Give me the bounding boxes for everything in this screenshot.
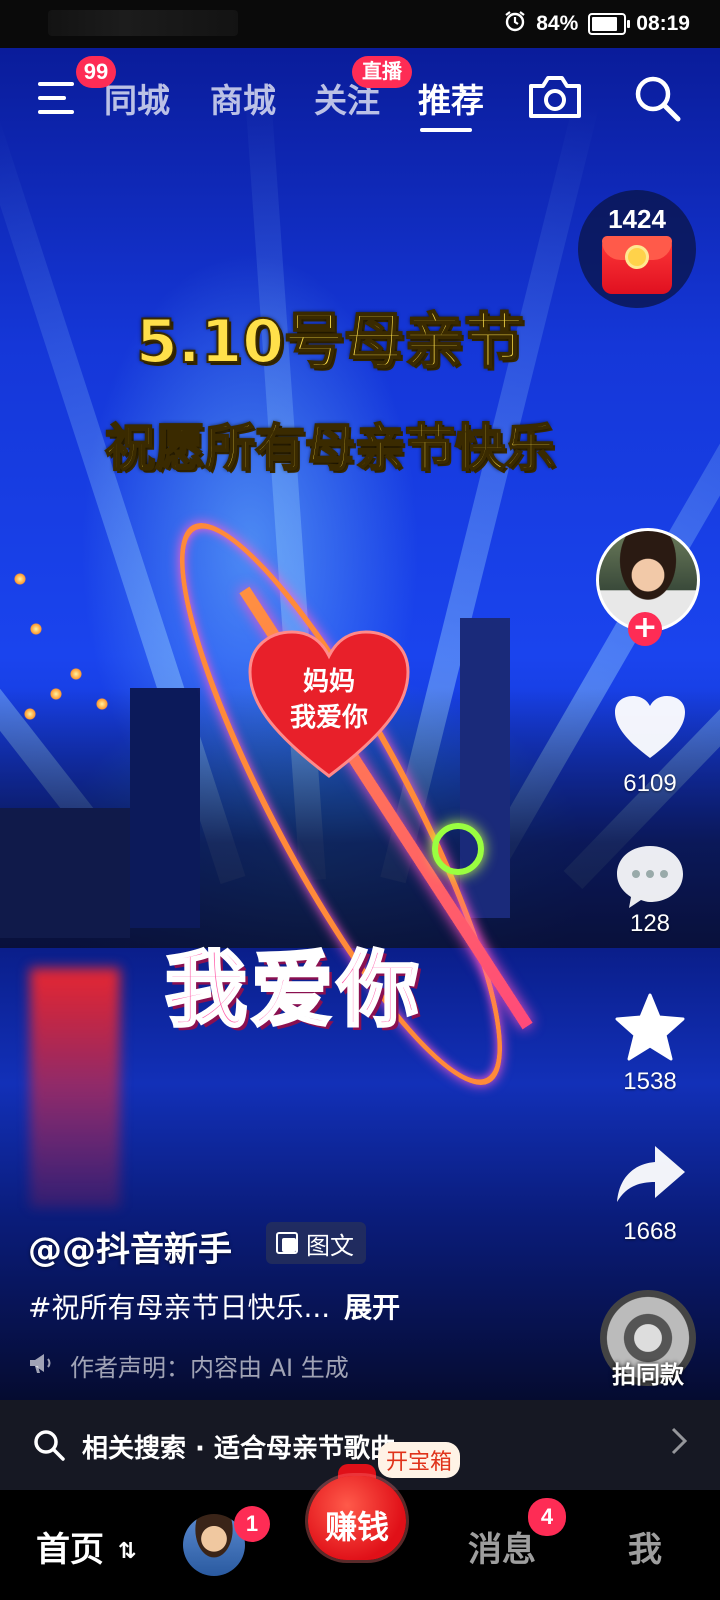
heart-text: 妈妈 我爱你 xyxy=(289,667,368,733)
favorite-button[interactable]: 1538 xyxy=(590,992,710,1096)
expand-link[interactable]: 展开 xyxy=(344,1291,400,1324)
refresh-arrows-icon: ⇅ xyxy=(117,1539,137,1564)
comment-button[interactable]: 128 xyxy=(590,842,710,938)
tab-mall[interactable]: 商城 xyxy=(210,74,276,122)
tab-messages[interactable]: 消息 xyxy=(468,1522,536,1571)
red-envelope-icon xyxy=(602,236,672,294)
chevron-right-icon xyxy=(670,1426,688,1464)
camera-icon[interactable] xyxy=(527,74,583,124)
follow-plus-button[interactable]: + xyxy=(628,612,662,646)
video-title-line1: 5.10号母亲节 xyxy=(135,306,525,378)
like-count: 6109 xyxy=(623,770,677,797)
ai-content-notice: 作者声明：内容由 AI 生成 xyxy=(28,1348,349,1383)
share-arrow-icon xyxy=(613,1142,687,1216)
image-text-tag-label: 图文 xyxy=(306,1231,354,1260)
description-text: #祝所有母亲节日快乐... xyxy=(28,1291,331,1324)
status-right: 84% 08:19 xyxy=(504,10,690,38)
battery-icon xyxy=(588,13,631,35)
favorite-count: 1538 xyxy=(623,1068,677,1095)
share-count: 1668 xyxy=(623,1218,677,1245)
active-tab-indicator xyxy=(420,128,472,132)
ai-notice-text: 作者声明：内容由 AI 生成 xyxy=(70,1354,349,1382)
earn-label: 赚钱 xyxy=(324,1508,389,1546)
tab-nearby[interactable]: 同城 xyxy=(104,74,170,122)
live-badge: 直播 xyxy=(352,56,412,88)
tab-me[interactable]: 我 xyxy=(628,1522,662,1571)
friends-badge: 1 xyxy=(234,1506,270,1542)
megaphone-icon xyxy=(28,1351,54,1381)
red-packet-widget[interactable]: 1424 xyxy=(578,190,696,308)
status-notification-area xyxy=(48,10,238,36)
clock: 08:19 xyxy=(636,12,690,35)
open-treasure-chip[interactable]: 开宝箱 xyxy=(378,1442,461,1478)
menu-badge: 99 xyxy=(76,56,116,88)
search-icon[interactable] xyxy=(633,74,683,128)
i-love-you-overlay: 我爱你 xyxy=(163,942,424,1040)
tab-home[interactable]: 首页 ⇅ xyxy=(36,1522,136,1571)
share-button[interactable]: 1668 xyxy=(590,1142,710,1246)
video-title-line2: 祝愿所有母亲节快乐 xyxy=(104,418,556,478)
image-text-tag[interactable]: 图文 xyxy=(266,1222,366,1264)
status-bar: 84% 08:19 xyxy=(0,0,720,48)
menu-button[interactable] xyxy=(38,82,78,116)
like-button[interactable]: 6109 xyxy=(590,694,710,798)
messages-badge: 4 xyxy=(528,1498,566,1536)
heart-icon xyxy=(613,694,687,768)
green-light-ring xyxy=(432,823,484,875)
image-text-icon xyxy=(276,1232,298,1254)
search-icon xyxy=(32,1428,66,1466)
comment-icon xyxy=(613,842,687,916)
video-description[interactable]: #祝所有母亲节日快乐... 展开 xyxy=(28,1286,400,1326)
author-name[interactable]: @@抖音新手 xyxy=(28,1222,232,1271)
battery-percent: 84% xyxy=(536,12,579,35)
red-packet-count: 1424 xyxy=(608,204,666,234)
same-style-label[interactable]: 拍同款 xyxy=(600,1355,696,1390)
star-icon xyxy=(613,992,687,1066)
heart-sticker: 妈妈 我爱你 xyxy=(248,630,410,778)
tab-recommended[interactable]: 推荐 xyxy=(418,74,484,122)
alarm-icon xyxy=(504,10,526,38)
